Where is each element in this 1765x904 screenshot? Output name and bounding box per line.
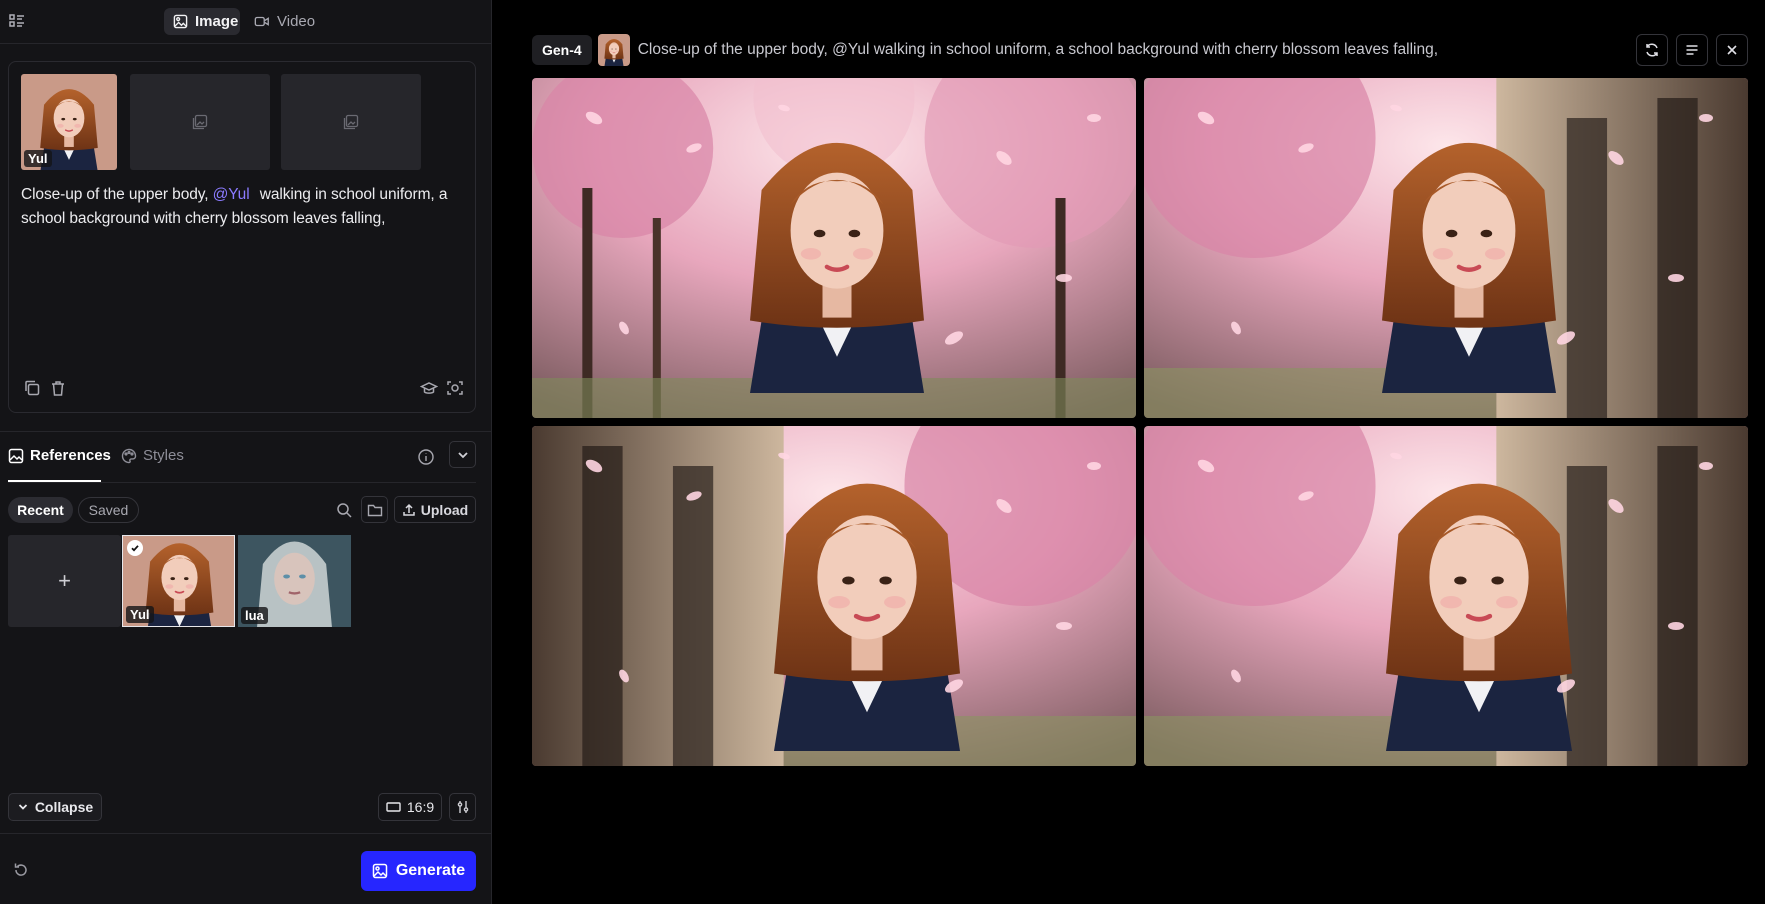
- empty-reference-slot[interactable]: [130, 74, 270, 170]
- reference-item[interactable]: lua: [238, 535, 351, 627]
- info-icon[interactable]: [417, 448, 435, 466]
- tab-video-label: Video: [277, 13, 316, 30]
- details-icon: [1684, 42, 1700, 58]
- aspect-ratio-value: 16:9: [406, 799, 435, 815]
- copy-icon[interactable]: [23, 379, 41, 397]
- chevron-down-icon: [17, 801, 29, 813]
- close-icon: [1725, 43, 1739, 57]
- tab-image-label: Image: [195, 13, 239, 30]
- palette-icon: [121, 448, 137, 464]
- prompt-text-start: Close-up of the upper body,: [21, 186, 213, 203]
- tab-styles[interactable]: Styles: [121, 447, 184, 464]
- filter-recent[interactable]: Recent: [8, 497, 73, 523]
- learn-icon[interactable]: [420, 379, 438, 397]
- reference-item[interactable]: Yul: [122, 535, 235, 627]
- generation-header: Gen-4 Close-up of the upper body, @Yul w…: [532, 33, 1438, 67]
- result-image[interactable]: [1144, 78, 1748, 418]
- mode-bar: Image Video: [0, 0, 492, 44]
- folder-icon: [367, 502, 383, 518]
- aspect-ratio-icon: [386, 801, 401, 813]
- collapse-button[interactable]: Collapse: [8, 793, 102, 821]
- refresh-icon: [1644, 42, 1660, 58]
- upload-icon: [402, 503, 416, 517]
- generation-prompt: Close-up of the upper body, @Yul walking…: [637, 41, 1439, 58]
- result-image[interactable]: [532, 78, 1136, 418]
- tab-video[interactable]: Video: [245, 8, 321, 35]
- reference-tag: Yul: [126, 606, 154, 623]
- tab-image[interactable]: Image: [164, 8, 240, 35]
- reference-tag: Yul: [24, 150, 52, 167]
- check-icon: [127, 540, 143, 556]
- sliders-icon: [456, 800, 470, 814]
- prompt-reference-thumbnail[interactable]: Yul: [21, 74, 117, 170]
- chevron-down-icon: [456, 448, 470, 462]
- close-button[interactable]: [1716, 34, 1748, 66]
- tab-references[interactable]: References: [8, 447, 111, 464]
- generate-label: Generate: [395, 862, 466, 879]
- upload-button[interactable]: Upload: [394, 496, 476, 523]
- menu-icon[interactable]: [8, 12, 26, 30]
- result-image[interactable]: [532, 426, 1136, 766]
- divider: [8, 482, 476, 483]
- model-badge: Gen-4: [532, 35, 592, 65]
- references-icon: [8, 448, 24, 464]
- rerun-button[interactable]: [1636, 34, 1668, 66]
- upload-label: Upload: [420, 501, 469, 518]
- prompt-card: Yul Close-up of the upper body, @Yul wal…: [8, 61, 476, 413]
- empty-reference-slot[interactable]: [281, 74, 421, 170]
- reset-icon[interactable]: [12, 861, 30, 879]
- generate-button[interactable]: Generate: [361, 851, 476, 891]
- prompt-input[interactable]: Close-up of the upper body, @Yul walking…: [21, 183, 461, 231]
- tab-styles-label: Styles: [143, 447, 184, 464]
- image-icon: [372, 863, 388, 879]
- details-button[interactable]: [1676, 34, 1708, 66]
- footer-bar: Generate: [0, 833, 492, 904]
- filter-saved[interactable]: Saved: [78, 497, 139, 523]
- folder-button[interactable]: [361, 496, 388, 523]
- add-reference-button[interactable]: +: [8, 535, 121, 627]
- header-reference-thumbnail: [598, 34, 630, 66]
- left-panel: Image Video Yul Close-up of the upper bo…: [0, 0, 492, 904]
- trash-icon[interactable]: [49, 379, 67, 397]
- expand-references-button[interactable]: [449, 441, 476, 468]
- collapse-label: Collapse: [34, 799, 94, 815]
- scan-icon[interactable]: [446, 379, 464, 397]
- result-image[interactable]: [1144, 426, 1748, 766]
- add-image-icon: [192, 114, 208, 130]
- tab-references-label: References: [30, 447, 111, 464]
- reference-tag: lua: [241, 607, 268, 624]
- settings-button[interactable]: [449, 793, 476, 821]
- image-icon: [173, 14, 188, 29]
- add-image-icon: [343, 114, 359, 130]
- prompt-mention[interactable]: @Yul: [213, 186, 250, 203]
- aspect-ratio-button[interactable]: 16:9: [378, 793, 442, 821]
- video-icon: [254, 14, 270, 29]
- search-icon[interactable]: [334, 500, 354, 520]
